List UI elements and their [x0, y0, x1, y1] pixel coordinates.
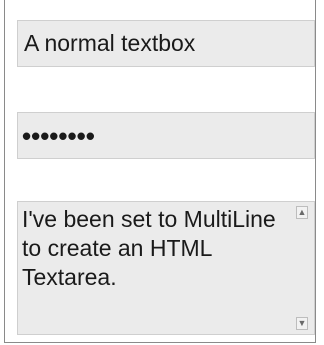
textarea-content: I've been set to MultiLine to create an … [22, 206, 276, 290]
password-field[interactable]: •••••••• [17, 112, 315, 159]
normal-textbox[interactable]: A normal textbox [17, 20, 315, 67]
scroll-up-icon[interactable]: ▲ [296, 206, 308, 219]
scroll-down-icon[interactable]: ▼ [296, 317, 308, 330]
textarea-scrollbar[interactable]: ▲ ▼ [296, 206, 310, 330]
multiline-textarea[interactable]: I've been set to MultiLine to create an … [17, 201, 315, 335]
